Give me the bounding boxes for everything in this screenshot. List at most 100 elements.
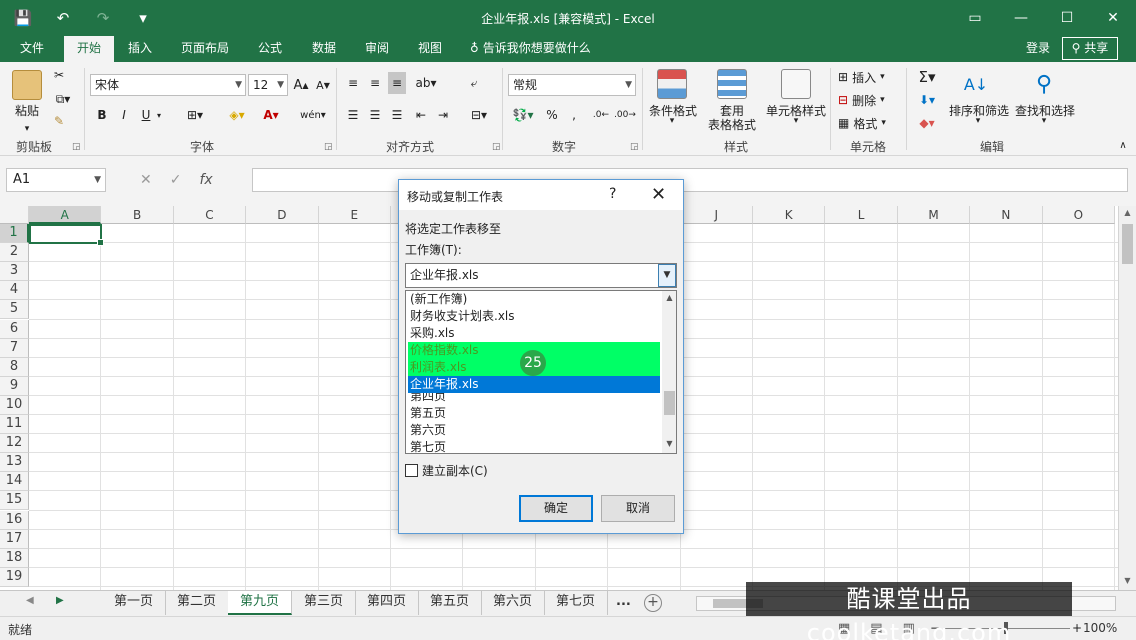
list-item[interactable]: 财务收支计划表.xls — [408, 308, 660, 325]
delete-cells-button[interactable]: ⊟ 删除 ▾ — [838, 91, 885, 109]
column-header[interactable]: O — [1042, 206, 1115, 224]
increase-font-icon[interactable]: A ▲ — [292, 74, 310, 96]
name-box[interactable]: A1 ▼ — [6, 168, 106, 192]
next-sheet-icon[interactable]: ▶ — [56, 595, 64, 606]
close-window-icon[interactable]: ✕ — [1090, 0, 1136, 36]
chevron-down-icon[interactable]: ▾ — [968, 116, 988, 126]
currency-icon[interactable]: 💱▾ — [508, 104, 538, 126]
format-cells-button[interactable]: ▦ 格式 ▾ — [838, 114, 886, 132]
list-item[interactable]: 第七页 — [408, 439, 660, 453]
row-header[interactable]: 14 — [0, 472, 29, 492]
scroll-down-icon[interactable]: ▼ — [662, 439, 676, 448]
prev-sheet-icon[interactable]: ◀ — [26, 595, 34, 606]
row-header[interactable]: 15 — [0, 491, 29, 511]
align-middle-icon[interactable]: ≡ — [366, 72, 384, 94]
fill-color-icon[interactable]: ◈▾ — [222, 104, 252, 126]
row-header[interactable]: 18 — [0, 548, 29, 568]
number-format-combo[interactable]: 常规 ▼ — [508, 74, 636, 96]
tab-view[interactable]: 视图 — [410, 36, 450, 62]
column-header[interactable]: M — [897, 206, 971, 224]
zoom-level[interactable]: 100% — [1083, 621, 1117, 635]
sheet-tab[interactable]: 第三页 — [292, 591, 357, 615]
column-header[interactable]: C — [173, 206, 247, 224]
find-select-icon[interactable]: ⚲ — [1028, 68, 1060, 100]
scroll-thumb[interactable] — [664, 391, 675, 415]
align-top-icon[interactable]: ≡ — [344, 72, 362, 94]
paste-dropdown-icon[interactable]: ▾ — [12, 124, 42, 134]
font-name-combo[interactable]: 宋体 ▼ — [90, 74, 246, 96]
chevron-down-icon[interactable]: ▼ — [658, 264, 676, 287]
row-header[interactable]: 11 — [0, 415, 29, 434]
scroll-thumb[interactable] — [1122, 224, 1133, 264]
decrease-decimal-icon[interactable]: .00→ — [614, 104, 636, 126]
underline-dropdown-icon[interactable]: ▾ — [154, 104, 164, 126]
increase-decimal-icon[interactable]: .0← — [590, 104, 612, 126]
tab-file[interactable]: 文件 — [12, 36, 52, 62]
column-header[interactable]: J — [680, 206, 753, 224]
create-copy-checkbox[interactable]: 建立副本(C) — [405, 462, 488, 479]
column-header[interactable]: E — [318, 206, 391, 224]
fill-icon[interactable]: ⬇▾ — [912, 91, 942, 109]
conditional-format-icon[interactable] — [656, 68, 688, 100]
orientation-icon[interactable]: ab▾ — [412, 72, 440, 94]
row-header[interactable]: 8 — [0, 357, 29, 377]
underline-button[interactable]: U — [138, 104, 154, 126]
list-item[interactable]: 第六页 — [408, 422, 660, 439]
wrap-text-icon[interactable]: ⤶ — [464, 72, 484, 94]
tab-page-layout[interactable]: 页面布局 — [173, 36, 237, 62]
tab-formulas[interactable]: 公式 — [250, 36, 290, 62]
chevron-down-icon[interactable]: ▾ — [1034, 116, 1054, 126]
autosum-icon[interactable]: Σ▾ — [912, 68, 942, 86]
sheet-tab[interactable]: 第一页 — [102, 591, 167, 615]
insert-cells-button[interactable]: ⊞ 插入 ▾ — [838, 68, 885, 86]
paste-icon[interactable] — [10, 68, 44, 102]
help-icon[interactable]: ? — [609, 186, 616, 202]
align-center-icon[interactable]: ☰ — [366, 104, 384, 126]
increase-indent-icon[interactable]: ⇥ — [434, 104, 452, 126]
align-right-icon[interactable]: ☰ — [388, 104, 406, 126]
maximize-icon[interactable]: ☐ — [1044, 0, 1090, 36]
column-header[interactable]: D — [246, 206, 319, 224]
sheet-tab[interactable]: 第四页 — [355, 591, 420, 615]
merge-center-icon[interactable]: ⊟▾ — [464, 104, 494, 126]
row-header[interactable]: 1 — [0, 224, 29, 243]
format-as-table-button-line2[interactable]: 表格格式 — [700, 116, 764, 133]
list-item[interactable]: 企业年报.xls — [408, 376, 660, 393]
list-scrollbar[interactable]: ▲ ▼ — [662, 291, 676, 453]
sheet-tab[interactable]: 第九页 — [228, 591, 293, 615]
column-header[interactable]: L — [825, 206, 898, 224]
chevron-down-icon[interactable]: ▾ — [786, 116, 806, 126]
ok-button[interactable]: 确定 — [519, 495, 593, 522]
tab-data[interactable]: 数据 — [304, 36, 344, 62]
vertical-scrollbar[interactable]: ▲ ▼ — [1118, 206, 1136, 590]
cell-styles-icon[interactable] — [780, 68, 812, 100]
row-header[interactable]: 19 — [0, 567, 29, 587]
column-header[interactable]: K — [753, 206, 826, 224]
phonetic-icon[interactable]: wén▾ — [298, 104, 328, 126]
cancel-button[interactable]: 取消 — [601, 495, 675, 522]
login-link[interactable]: 登录 — [1026, 36, 1050, 60]
close-icon[interactable]: ✕ — [651, 184, 666, 205]
column-header[interactable]: A — [29, 206, 102, 224]
decrease-font-icon[interactable]: A ▼ — [314, 74, 332, 96]
select-all-corner[interactable] — [0, 206, 29, 224]
percent-button[interactable]: % — [544, 104, 560, 126]
clipboard-launcher-icon[interactable]: ◲ — [72, 142, 81, 152]
cancel-icon[interactable]: ✕ — [140, 168, 152, 192]
comma-icon[interactable]: , — [566, 104, 582, 126]
active-cell[interactable] — [29, 224, 104, 246]
paste-button[interactable]: 粘贴 — [10, 102, 44, 119]
collapse-ribbon-icon[interactable]: ∧ — [1116, 140, 1130, 151]
sheet-tab[interactable]: 第六页 — [481, 591, 546, 615]
row-header[interactable]: 12 — [0, 434, 29, 454]
row-header[interactable]: 9 — [0, 376, 29, 396]
workbook-combo[interactable]: 企业年报.xls ▼ — [405, 263, 677, 288]
tab-home[interactable]: 开始 — [64, 36, 114, 62]
copy-icon[interactable]: ⧉▾ — [50, 90, 76, 108]
scroll-up-icon[interactable]: ▲ — [662, 293, 676, 302]
checkbox-box[interactable] — [405, 464, 418, 477]
sort-filter-icon[interactable]: A↓ — [960, 68, 992, 100]
zoom-in-icon[interactable]: + — [1072, 621, 1082, 635]
list-item[interactable]: (新工作簿) — [408, 291, 660, 308]
ribbon-display-icon[interactable]: ▭ — [952, 0, 998, 36]
